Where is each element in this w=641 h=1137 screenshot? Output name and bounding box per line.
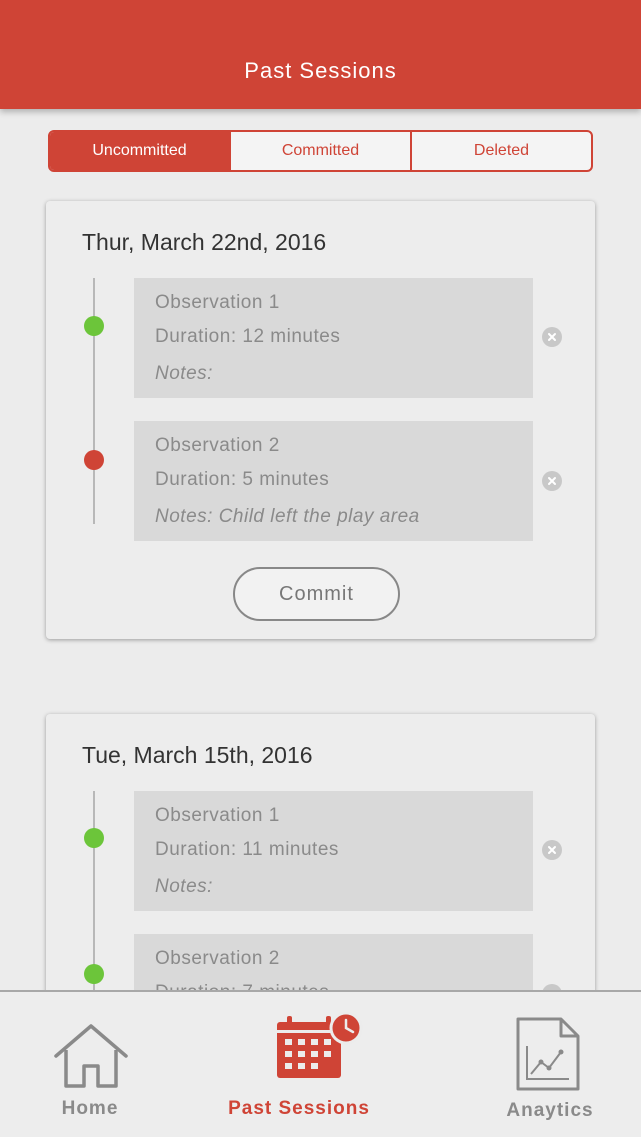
delete-observation-button[interactable] [542,327,562,347]
status-dot-red [84,450,104,470]
session-card: Thur, March 22nd, 2016 Observation 1 Dur… [46,201,595,639]
status-dot-green [84,828,104,848]
nav-home[interactable]: Home [0,992,200,1137]
observation-notes: Notes: [155,363,213,384]
app-header: Past Sessions [0,0,641,109]
nav-past-sessions[interactable]: Past Sessions [215,992,415,1137]
delete-observation-button[interactable] [542,471,562,491]
tab-committed[interactable]: Committed [229,132,410,170]
tab-deleted[interactable]: Deleted [410,132,591,170]
session-date: Thur, March 22nd, 2016 [82,229,327,255]
close-icon [548,846,556,854]
nav-analytics[interactable]: Anaytics [441,992,641,1137]
observation-duration: Duration: 11 minutes [155,839,339,860]
house-icon [54,1024,128,1088]
observation-title: Observation 1 [155,805,280,826]
observation-title: Observation 2 [155,948,280,969]
observation-item[interactable]: Observation 1 Duration: 11 minutes Notes… [134,791,533,911]
observation-title: Observation 1 [155,292,280,313]
observation-notes: Notes: [155,876,213,897]
observation-item[interactable]: Observation 1 Duration: 12 minutes Notes… [134,278,533,398]
commit-button[interactable]: Commit [233,567,400,621]
observation-title: Observation 2 [155,435,280,456]
status-dot-green [84,316,104,336]
session-filter-tabs: Uncommitted Committed Deleted [48,130,593,172]
bottom-tab-bar: Home Past Sessions Anaytics [0,990,641,1137]
tab-uncommitted[interactable]: Uncommitted [50,132,229,170]
status-dot-green [84,964,104,984]
nav-past-sessions-label: Past Sessions [228,1098,370,1119]
delete-observation-button[interactable] [542,840,562,860]
nav-home-label: Home [61,1098,119,1119]
calendar-clock-icon [277,1012,363,1078]
close-icon [548,477,556,485]
close-icon [548,333,556,341]
observation-duration: Duration: 5 minutes [155,469,330,490]
nav-analytics-label: Anaytics [506,1100,594,1121]
timeline-line [93,278,95,524]
observation-notes: Notes: Child left the play area [155,506,420,527]
observation-item[interactable]: Observation 2 Duration: 5 minutes Notes:… [134,421,533,541]
page-title: Past Sessions [244,58,397,83]
session-date: Tue, March 15th, 2016 [82,742,313,768]
chart-document-icon [516,1017,580,1091]
observation-duration: Duration: 12 minutes [155,326,341,347]
